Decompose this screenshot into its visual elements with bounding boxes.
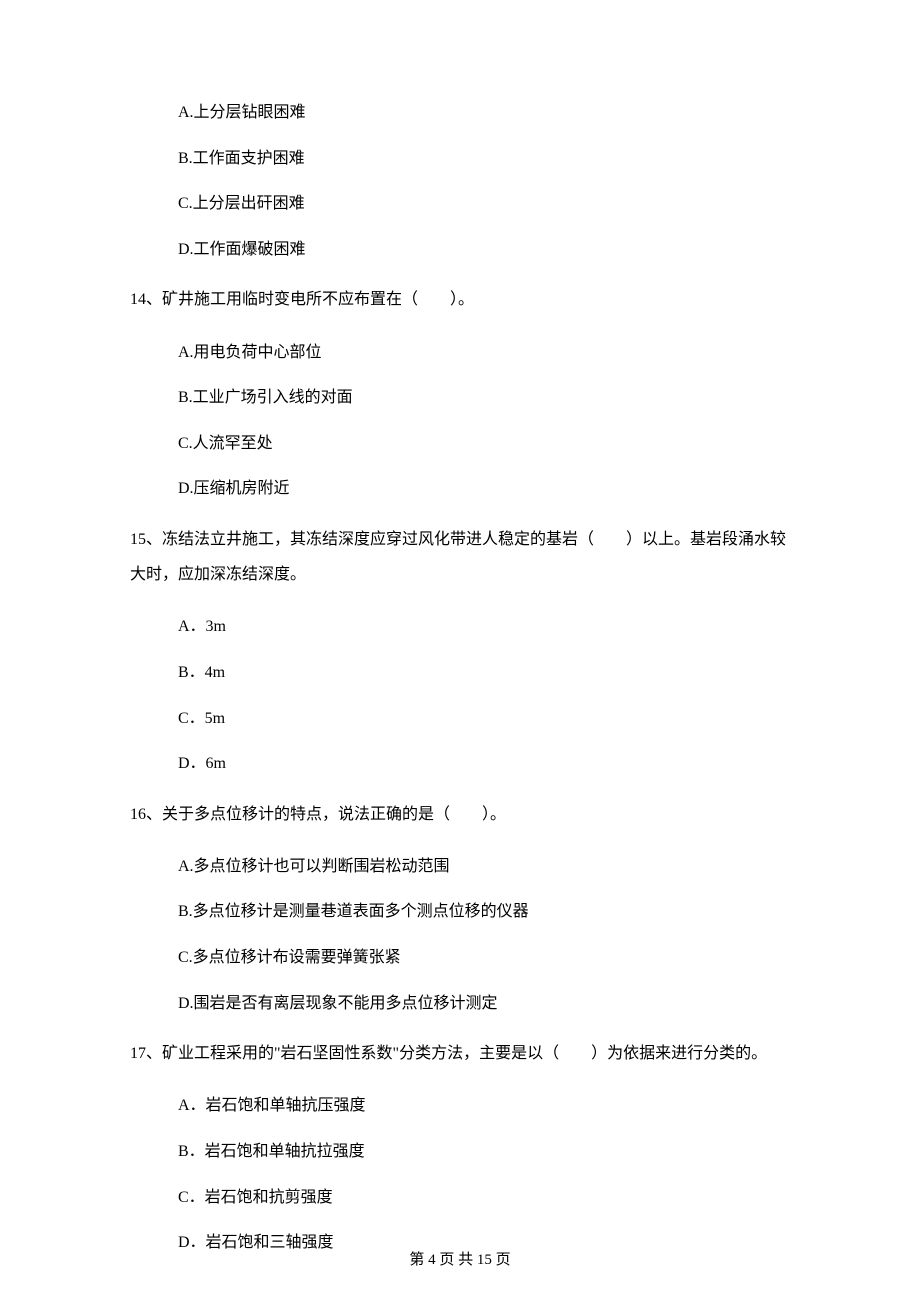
q16-option-a: A.多点位移计也可以判断围岩松动范围 bbox=[178, 854, 790, 880]
q14-option-c: C.人流罕至处 bbox=[178, 431, 790, 457]
q13-option-d: D.工作面爆破困难 bbox=[178, 237, 790, 263]
q15-stem: 15、冻结法立井施工，其冻结深度应穿过风化带进人稳定的基岩（ ）以上。基岩段涌水… bbox=[130, 522, 790, 592]
q15-option-c: C．5m bbox=[178, 706, 790, 732]
q17-option-b: B．岩石饱和单轴抗拉强度 bbox=[178, 1139, 790, 1165]
q16-option-d: D.围岩是否有离层现象不能用多点位移计测定 bbox=[178, 991, 790, 1017]
q14-stem: 14、矿井施工用临时变电所不应布置在（ ）。 bbox=[130, 282, 790, 317]
q13-option-c: C.上分层出矸困难 bbox=[178, 191, 790, 217]
q16-option-b: B.多点位移计是测量巷道表面多个测点位移的仪器 bbox=[178, 899, 790, 925]
q13-option-b: B.工作面支护困难 bbox=[178, 146, 790, 172]
q17-stem: 17、矿业工程采用的"岩石坚固性系数"分类方法，主要是以（ ）为依据来进行分类的… bbox=[130, 1036, 790, 1071]
q17-option-c: C．岩石饱和抗剪强度 bbox=[178, 1185, 790, 1211]
q13-option-a: A.上分层钻眼困难 bbox=[178, 100, 790, 126]
q17-option-a: A．岩石饱和单轴抗压强度 bbox=[178, 1093, 790, 1119]
q14-option-a: A.用电负荷中心部位 bbox=[178, 340, 790, 366]
q16-stem: 16、关于多点位移计的特点，说法正确的是（ ）。 bbox=[130, 797, 790, 832]
q14-option-d: D.压缩机房附近 bbox=[178, 476, 790, 502]
q16-option-c: C.多点位移计布设需要弹簧张紧 bbox=[178, 945, 790, 971]
q14-option-b: B.工业广场引入线的对面 bbox=[178, 385, 790, 411]
page-footer: 第 4 页 共 15 页 bbox=[0, 1248, 920, 1272]
q15-option-a: A．3m bbox=[178, 614, 790, 640]
q15-option-b: B．4m bbox=[178, 660, 790, 686]
q15-option-d: D．6m bbox=[178, 751, 790, 777]
page: A.上分层钻眼困难 B.工作面支护困难 C.上分层出矸困难 D.工作面爆破困难 … bbox=[0, 0, 920, 1302]
